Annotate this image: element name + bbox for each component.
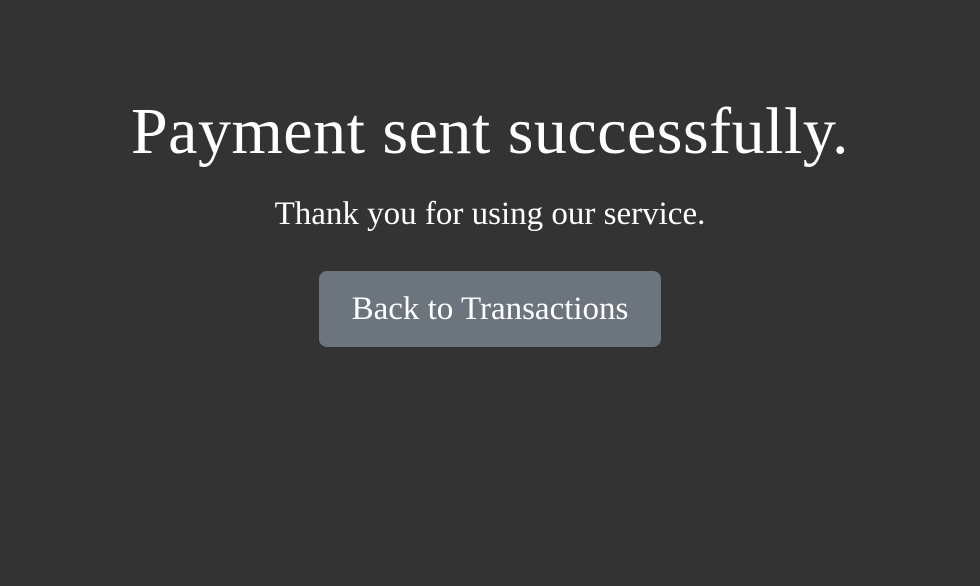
page-title: Payment sent successfully. [130,95,850,168]
back-to-transactions-button[interactable]: Back to Transactions [319,271,661,347]
thank-you-message: Thank you for using our service. [274,196,706,232]
payment-success-page: Payment sent successfully. Thank you for… [0,0,980,586]
confirmation-panel: Payment sent successfully. Thank you for… [0,90,980,347]
